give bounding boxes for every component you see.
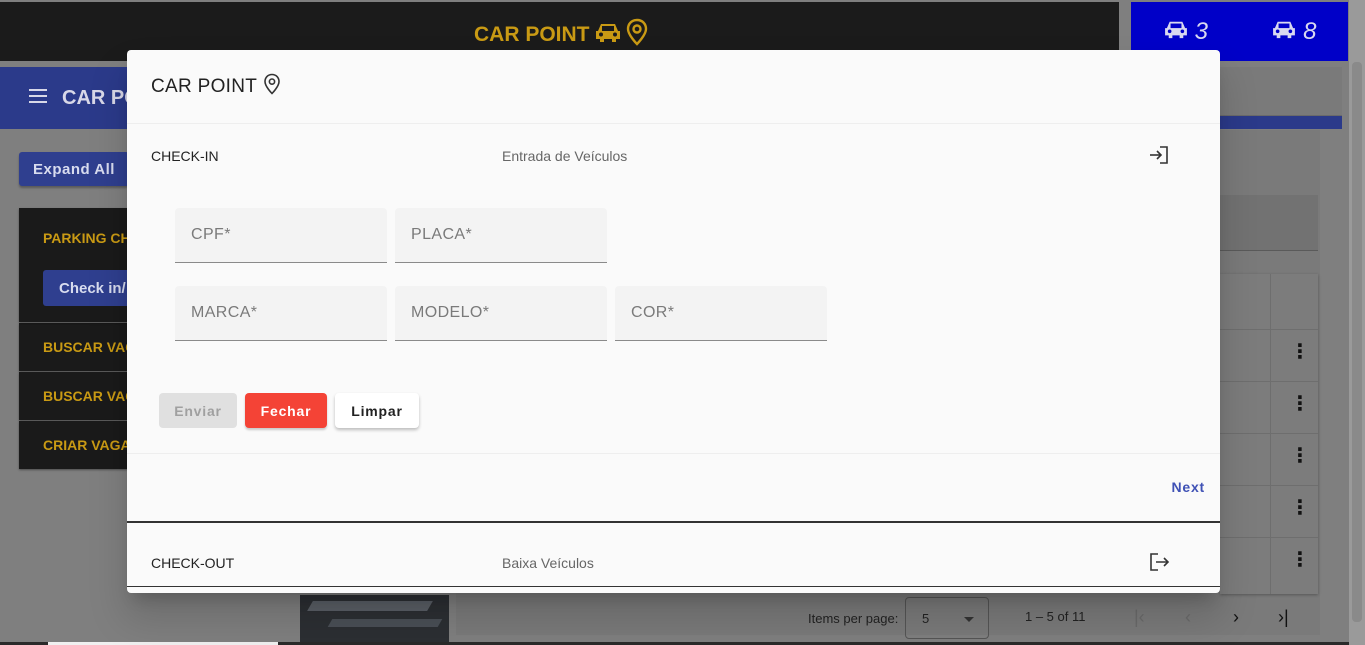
filter-input[interactable] xyxy=(1220,195,1318,251)
toolbar-title: CAR PO xyxy=(28,87,140,110)
dialog-title: CAR POINT xyxy=(151,73,281,101)
panel-title: PARKING CH xyxy=(43,230,129,246)
table-column-divider xyxy=(1270,274,1271,594)
clear-button[interactable]: Limpar xyxy=(335,393,419,428)
car-icon xyxy=(1163,18,1189,46)
brand-title: CAR POINT xyxy=(474,23,590,46)
location-pin-icon xyxy=(263,73,281,101)
counter-value: 8 xyxy=(1303,17,1317,45)
page-range-label: 1 – 5 of 11 xyxy=(1025,609,1086,624)
dialog-title-text: CAR POINT xyxy=(151,76,258,97)
menu-icon[interactable] xyxy=(28,87,48,110)
expand-all-button[interactable]: Expand All xyxy=(19,152,129,186)
counter-value: 3 xyxy=(1194,17,1208,45)
step-header-checkout[interactable]: CHECK-OUT Baixa Veículos xyxy=(127,530,1220,593)
items-per-page-label: Items per page: xyxy=(808,611,899,626)
toolbar-right-region xyxy=(1220,67,1342,116)
cor-input[interactable] xyxy=(615,286,827,340)
check-in-button[interactable]: Check in/ xyxy=(43,270,129,306)
table-row-divider xyxy=(1220,329,1318,330)
more-vert-icon[interactable]: ⋮ xyxy=(1290,498,1310,518)
first-page-icon[interactable]: |‹ xyxy=(1134,607,1145,628)
scrollbar-thumb[interactable] xyxy=(1352,62,1362,622)
step-actions-divider xyxy=(127,453,1220,454)
parking-image xyxy=(300,595,449,642)
marca-field[interactable] xyxy=(175,286,387,341)
previous-page-icon[interactable]: ‹ xyxy=(1185,607,1191,628)
placa-input[interactable] xyxy=(395,208,607,262)
more-vert-icon[interactable]: ⋮ xyxy=(1290,394,1310,414)
logout-icon xyxy=(1148,552,1170,577)
next-button[interactable]: Next xyxy=(1155,475,1205,499)
cpf-field[interactable] xyxy=(175,208,387,263)
panel-buscar-vaga-1[interactable]: BUSCAR VAG xyxy=(19,323,129,371)
panel-criar-vaga[interactable]: CRIAR VAGA xyxy=(19,421,129,469)
car-icon xyxy=(1271,18,1297,46)
login-icon xyxy=(1148,145,1170,170)
step-header-checkin[interactable]: CHECK-IN Entrada de Veículos xyxy=(127,123,1220,187)
counter-available: 8 xyxy=(1271,18,1316,46)
placa-field[interactable] xyxy=(395,208,607,263)
car-icon xyxy=(594,21,622,49)
page-size-value: 5 xyxy=(922,611,930,626)
step-separator xyxy=(127,521,1220,523)
submit-button[interactable]: Enviar xyxy=(159,393,237,428)
next-page-icon[interactable]: › xyxy=(1233,607,1239,628)
page-size-select[interactable]: 5 xyxy=(905,597,989,639)
table-row-divider xyxy=(1220,485,1318,486)
step-description: Baixa Veículos xyxy=(502,555,594,571)
checkin-dialog: CAR POINT CHECK-IN Entrada de Veículos E… xyxy=(127,50,1220,593)
table-row-divider xyxy=(1220,537,1318,538)
cor-field[interactable] xyxy=(615,286,827,341)
panel-buscar-vaga-2[interactable]: BUSCAR VAG xyxy=(19,372,129,420)
step-title: CHECK-OUT xyxy=(151,555,235,571)
table-row-divider xyxy=(1220,381,1318,382)
data-table xyxy=(1220,274,1318,594)
close-button[interactable]: Fechar xyxy=(245,393,327,428)
table-row-divider xyxy=(1220,433,1318,434)
panel-parking-checkin[interactable]: PARKING CH Check in/ xyxy=(19,208,129,322)
location-pin-icon xyxy=(626,18,648,52)
sidebar-panels: PARKING CH Check in/ BUSCAR VAG BUSCAR V… xyxy=(19,208,129,470)
step-title: CHECK-IN xyxy=(151,148,219,164)
step-description: Entrada de Veículos xyxy=(502,148,628,164)
last-page-icon[interactable]: ›| xyxy=(1278,607,1289,628)
page-scrollbar[interactable] xyxy=(1349,0,1365,645)
modelo-input[interactable] xyxy=(395,286,607,340)
more-vert-icon[interactable]: ⋮ xyxy=(1290,342,1310,362)
modelo-field[interactable] xyxy=(395,286,607,341)
marca-input[interactable] xyxy=(175,286,387,340)
dropdown-arrow-icon xyxy=(964,617,974,622)
more-vert-icon[interactable]: ⋮ xyxy=(1290,446,1310,466)
cpf-input[interactable] xyxy=(175,208,387,262)
counter-occupied: 3 xyxy=(1163,18,1208,46)
header-brand: CAR POINT xyxy=(474,18,648,52)
more-vert-icon[interactable]: ⋮ xyxy=(1290,550,1310,570)
dialog-bottom-edge xyxy=(127,586,1220,587)
paginator: Items per page: 5 1 – 5 of 11 |‹ ‹ › ›| xyxy=(456,595,1320,643)
